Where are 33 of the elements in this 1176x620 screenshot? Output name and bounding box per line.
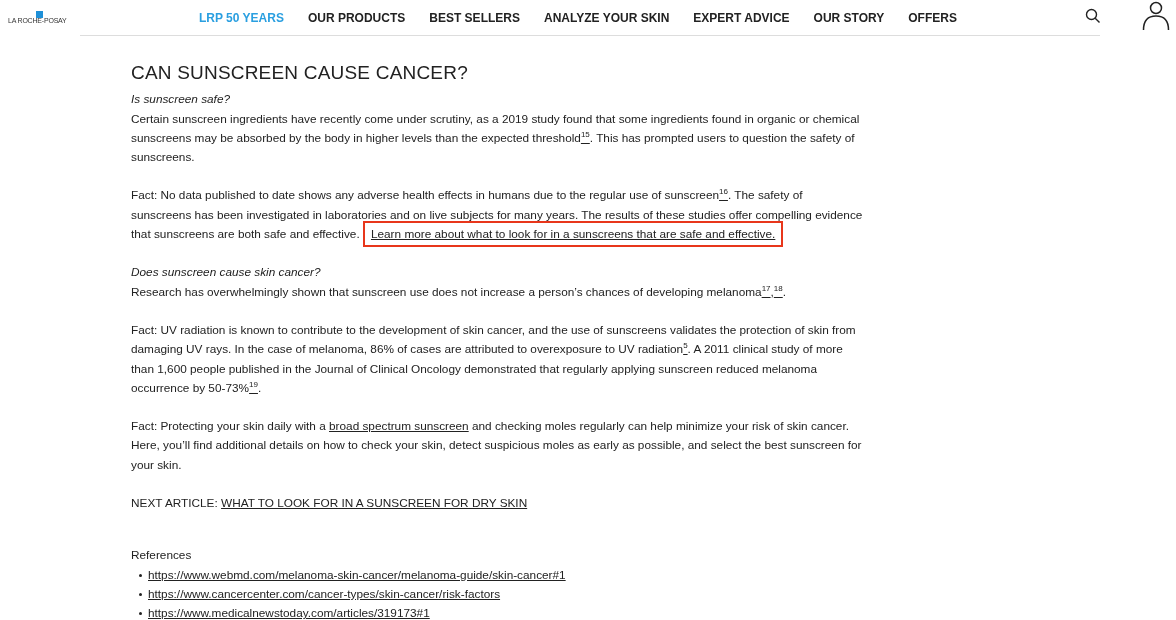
paragraph: Fact: Protecting your skin daily with a broad spectrum sunscreen and checking moles regularly can help minimize your risk of skin cancer. Here, you’ll find additional details on how to check your skin, detect suspicious moles as early as possible, and select the best sunscreen for your skin. bbox=[131, 418, 863, 474]
reference-link[interactable]: https://www.medicalnewstoday.com/articles/319173#1 bbox=[148, 604, 430, 620]
nav-link[interactable]: ANALYZE YOUR SKIN bbox=[543, 10, 670, 25]
nav-link[interactable]: BEST SELLERS bbox=[429, 10, 520, 25]
paragraph: Certain sunscreen ingredients have recently come under scrutiny, as a 2019 study found that some ingredients found in organic or chemical sunscreens may be absorbed by the body in higher levels than the expected threshold$^{15}$. This has prompted users to question the safety of sunscreens. bbox=[131, 110, 861, 167]
paragraph: NEXT ARTICLE: WHAT TO LOOK FOR IN A SUNSCREEN FOR DRY SKIN bbox=[131, 495, 529, 513]
text-link[interactable]: Learn more about what to look for in a sunscreens that are safe and effective. bbox=[362, 221, 784, 248]
nav-link[interactable]: EXPERT ADVICE bbox=[693, 10, 790, 25]
text-link[interactable]: broad spectrum sunscreen bbox=[329, 419, 469, 434]
search-icon[interactable] bbox=[1085, 8, 1101, 24]
paragraph: Fact: No data published to date shows any adverse health effects in humans due to the regular use of sunscreen$^{16}$. The safety of sunscreens has been investigated in laboratories and on live subjects for many years. The results of these studies offer compelling evidence that sunscreens are both safe and effective. Learn more about what to look for in a sunscreens that are safe and effective. bbox=[131, 186, 866, 245]
footnote-link[interactable]: 15 bbox=[580, 130, 590, 145]
nav-link[interactable]: OUR PRODUCTS bbox=[307, 10, 406, 25]
text-link[interactable]: WHAT TO LOOK FOR IN A SUNSCREEN FOR DRY SKIN bbox=[221, 496, 528, 511]
footnote-link[interactable]: 17 bbox=[761, 284, 771, 299]
footnote-link[interactable]: 16 bbox=[719, 188, 728, 203]
footnote-link[interactable]: 18 bbox=[773, 284, 783, 299]
section-question: Does sunscreen cause skin cancer? bbox=[131, 264, 322, 282]
article-title: CAN SUNSCREEN CAUSE CANCER? bbox=[131, 63, 469, 83]
footnote-link[interactable]: 5 bbox=[683, 342, 688, 357]
paragraph: Fact: UV radiation is known to contribute to the development of skin cancer, and the use of sunscreens validates the protection of skin from damaging UV rays. In the case of melanoma, 86% of cases are attributed to overexposure to UV radiation$^{5}$. A 2011 clinical study of more than 1,600 people published in the Journal of Clinical Oncology demonstrated that regularly applying sunscreen reduced melanoma occurrence by 50-73%$^{19}$. bbox=[131, 321, 857, 397]
nav-link[interactable]: OFFERS bbox=[908, 10, 957, 25]
account-icon[interactable] bbox=[1142, 1, 1170, 31]
bullet-icon bbox=[139, 612, 142, 616]
nav-link[interactable]: OUR STORY bbox=[813, 10, 885, 25]
reference-link[interactable]: https://www.cancercenter.com/cancer-types/skin-cancer/risk-factors bbox=[148, 584, 501, 605]
bullet-icon bbox=[139, 573, 142, 577]
bullet-icon bbox=[139, 593, 142, 597]
section-question: Is sunscreen safe? bbox=[131, 91, 232, 109]
reference-link[interactable]: https://www.webmd.com/melanoma-skin-cancer/melanoma-guide/skin-cancer#1 bbox=[148, 565, 566, 585]
references-heading: References bbox=[131, 547, 193, 565]
paragraph: Research has overwhelmingly shown that sunscreen use does not increase a person’s chances of developing melanoma$^{17}$,$^{18}$. bbox=[131, 282, 787, 301]
footnote-link[interactable]: 19 bbox=[249, 380, 258, 395]
